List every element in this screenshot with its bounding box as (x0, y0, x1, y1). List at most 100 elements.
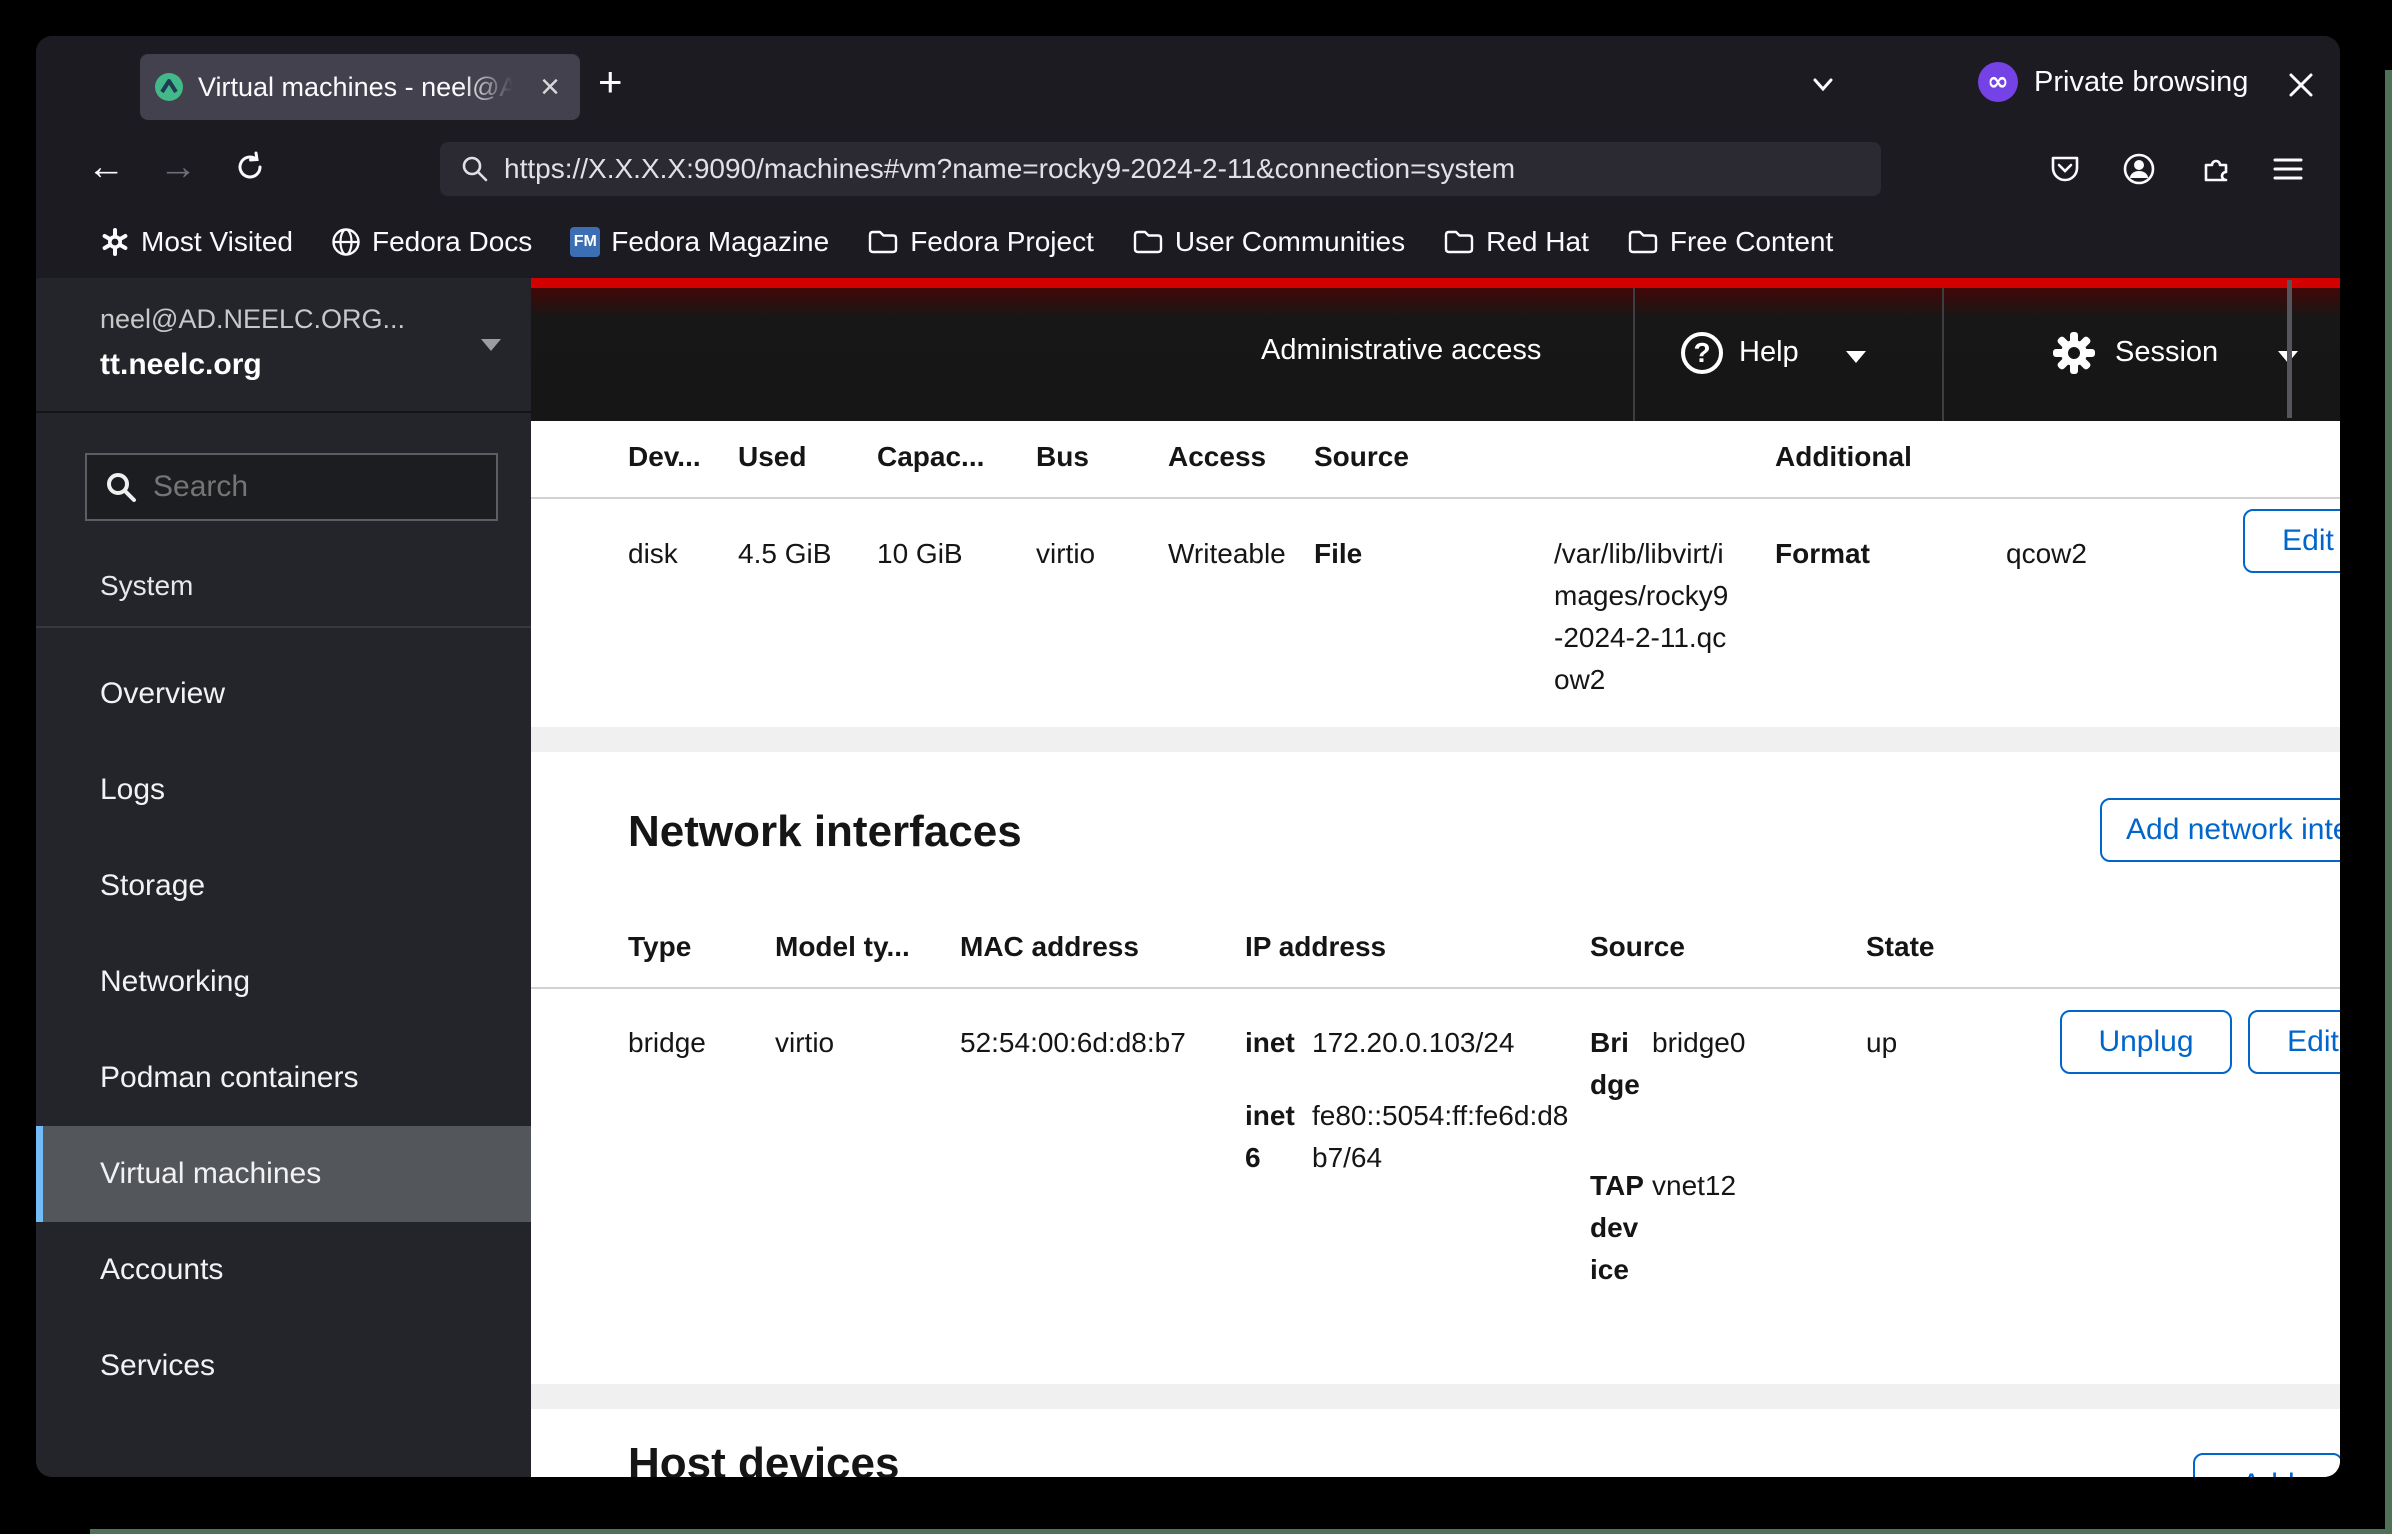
search-input[interactable] (151, 469, 455, 505)
card-gap (531, 727, 2340, 752)
private-browsing-indicator: ∞ Private browsing (1978, 62, 2248, 102)
net-col-ip: IP address (1245, 927, 1386, 967)
administrative-access-button[interactable]: Administrative access (1261, 334, 1541, 367)
host-devices-title: Host devices (628, 1435, 899, 1477)
disk-format-label: Format (1775, 533, 1870, 575)
back-button[interactable]: ← (80, 141, 132, 193)
sidebar-item-services[interactable]: Services (36, 1318, 531, 1414)
sidebar-item-podman-containers[interactable]: Podman containers (36, 1030, 531, 1126)
bookmark-label: Fedora Project (910, 226, 1094, 258)
host-name: tt.neelc.org (100, 348, 262, 382)
sidebar-item-label: Accounts (100, 1253, 223, 1287)
bookmark-label: Most Visited (141, 226, 293, 258)
sidebar-item-networking[interactable]: Networking (36, 934, 531, 1030)
net-col-model: Model ty... (775, 927, 910, 967)
pocket-save-button[interactable] (2041, 145, 2089, 193)
cockpit-favicon-icon (154, 72, 184, 102)
bookmark-user-communities[interactable]: User Communities (1132, 226, 1405, 258)
close-icon (2284, 68, 2318, 102)
desktop-background: Virtual machines - neel@A × + ∞ Private … (0, 0, 2392, 1534)
bookmark-fedora-project[interactable]: Fedora Project (867, 226, 1094, 258)
browser-tab[interactable]: Virtual machines - neel@A × (140, 54, 580, 120)
tab-title-fade (462, 54, 522, 120)
sidebar-item-accounts[interactable]: Accounts (36, 1222, 531, 1318)
sidebar-item-logs[interactable]: Logs (36, 742, 531, 838)
bookmark-fedora-docs[interactable]: Fedora Docs (331, 226, 532, 258)
host-switcher-button[interactable] (476, 334, 506, 361)
disk-device: disk (628, 533, 678, 575)
tab-bar: Virtual machines - neel@A × + ∞ Private … (36, 36, 2340, 133)
folder-icon (1443, 228, 1475, 256)
unplug-button[interactable]: Unplug (2060, 1010, 2232, 1074)
disk-format-value: qcow2 (2006, 533, 2087, 575)
network-edit-button[interactable]: Edit (2248, 1010, 2340, 1074)
sidebar-divider (36, 626, 531, 628)
bookmark-fedora-magazine[interactable]: FM Fedora Magazine (570, 226, 829, 258)
forward-button[interactable]: → (152, 141, 204, 193)
net-state: up (1866, 1022, 1897, 1064)
host-devices-add-button[interactable]: Add (2193, 1453, 2340, 1477)
extensions-button[interactable] (2192, 145, 2240, 193)
bookmark-free-content[interactable]: Free Content (1627, 226, 1833, 258)
bookmark-red-hat[interactable]: Red Hat (1443, 226, 1589, 258)
puzzle-piece-icon (2200, 153, 2232, 185)
net-ip-value-inet: 172.20.0.103/24 (1312, 1022, 1514, 1064)
masthead: Administrative access ? Help (531, 288, 2340, 421)
session-menu-button[interactable]: Session (2115, 336, 2218, 369)
sidebar-item-label: Virtual machines (100, 1157, 321, 1191)
reload-button[interactable] (224, 141, 276, 193)
private-mask-icon: ∞ (1978, 62, 2018, 102)
add-network-interface-button[interactable]: Add network interface (2100, 798, 2340, 862)
navigation-toolbar: ← → https://X.X.X.X:9090/machines#vm?nam… (36, 133, 2340, 205)
pocket-icon (2049, 153, 2081, 185)
net-ip-value-inet6: fe80::5054:ff:fe6d:d8b7/64 (1312, 1095, 1574, 1179)
disk-capacity: 10 GiB (877, 533, 963, 575)
sidebar-nav: Overview Logs Storage Networking Podman … (36, 646, 531, 1414)
bookmark-label: Free Content (1670, 226, 1833, 258)
folder-icon (1627, 228, 1659, 256)
net-ip-label-inet: inet (1245, 1022, 1295, 1064)
sidebar-item-label: Storage (100, 869, 205, 903)
url-text: https://X.X.X.X:9090/machines#vm?name=ro… (504, 153, 1515, 185)
table-divider (531, 497, 2340, 499)
tab-close-icon[interactable]: × (530, 72, 570, 102)
sidebar-item-label: Logs (100, 773, 165, 807)
superuser-red-banner (531, 278, 2340, 288)
account-button[interactable] (2115, 145, 2163, 193)
table-divider (531, 987, 2340, 989)
net-source-label-bridge: Bridge (1590, 1022, 1644, 1106)
card-gap (531, 1384, 2340, 1409)
private-browsing-label: Private browsing (2034, 66, 2248, 99)
fm-badge-icon: FM (570, 227, 600, 257)
net-source-label-tap: TAP device (1590, 1165, 1644, 1291)
disk-bus: virtio (1036, 533, 1095, 575)
bookmark-label: Fedora Magazine (611, 226, 829, 258)
cockpit-sidebar: neel@AD.NEELC.ORG... tt.neelc.org System (36, 278, 531, 1477)
disk-source-label: File (1314, 533, 1362, 575)
help-icon: ? (1681, 332, 1723, 374)
list-all-tabs-button[interactable] (1806, 72, 1840, 103)
sidebar-item-virtual-machines[interactable]: Virtual machines (36, 1126, 531, 1222)
caret-down-icon (1843, 348, 1869, 371)
sidebar-item-storage[interactable]: Storage (36, 838, 531, 934)
new-tab-button[interactable]: + (598, 58, 623, 106)
search-icon (105, 471, 137, 503)
disk-edit-button[interactable]: Edit (2243, 509, 2340, 573)
bookmark-most-visited[interactable]: Most Visited (100, 226, 293, 258)
sidebar-search[interactable] (85, 453, 498, 521)
sidebar-item-overview[interactable]: Overview (36, 646, 531, 742)
url-bar[interactable]: https://X.X.X.X:9090/machines#vm?name=ro… (440, 142, 1881, 196)
sidebar-item-label: Services (100, 1349, 215, 1383)
cockpit-content: Administrative access ? Help (531, 278, 2340, 1477)
window-close-button[interactable] (2284, 68, 2318, 107)
menu-button[interactable] (2264, 145, 2312, 193)
net-col-mac: MAC address (960, 927, 1139, 967)
bookmarks-toolbar: Most Visited Fedora Docs FM Fedora Magaz… (36, 205, 2340, 278)
hamburger-icon (2271, 155, 2305, 183)
vm-detail-page: Dev... Used Capac... Bus Access Source A… (531, 421, 2340, 1477)
page-scrollbar-thumb[interactable] (2287, 280, 2292, 418)
help-menu-button[interactable]: Help (1739, 336, 1799, 369)
reload-icon (233, 150, 267, 184)
bookmark-label: Fedora Docs (372, 226, 532, 258)
net-source-value-bridge: bridge0 (1652, 1022, 1745, 1064)
